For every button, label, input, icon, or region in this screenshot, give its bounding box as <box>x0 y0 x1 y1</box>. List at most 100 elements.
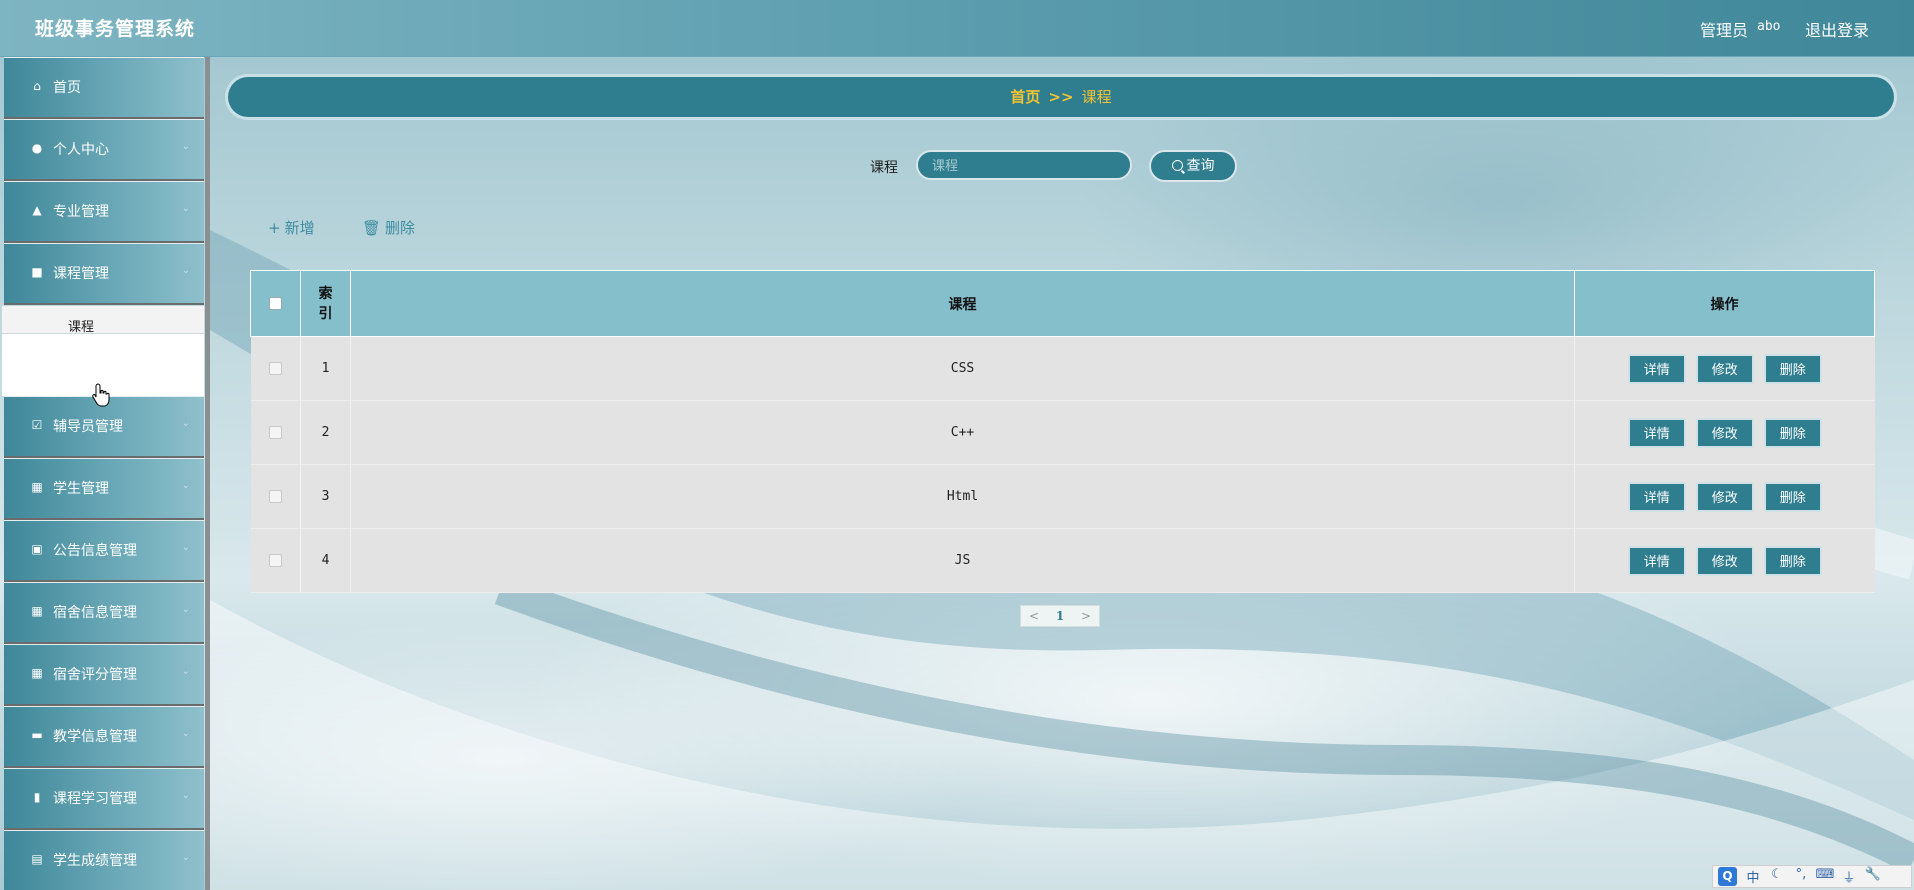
prev-page-button[interactable]: < <box>1021 606 1047 626</box>
chevron-down-icon: ⌄ <box>181 728 190 739</box>
ime-item-icon[interactable]: 🔧 <box>1863 867 1883 886</box>
user-icon: ▲ <box>32 203 42 217</box>
search-button[interactable]: 查询 <box>1149 150 1237 182</box>
delete-button[interactable]: 🗑 删除 <box>362 217 415 238</box>
sidebar-item-label: 学生成绩管理 <box>53 853 137 869</box>
sidebar-item-9[interactable]: ▦ 宿舍评分管理 ⌄ <box>4 644 204 706</box>
row-check-cell <box>250 336 301 401</box>
sidebar-item-3[interactable]: ■ 课程管理 ⌄ <box>4 243 204 305</box>
row-actions: 详情 修改 删除 <box>1574 528 1875 593</box>
header-index: 索引 <box>300 270 351 337</box>
sidebar-item-0[interactable]: ⌂ 首页 <box>4 57 204 119</box>
plus-icon: + <box>268 219 281 237</box>
edit-button[interactable]: 修改 <box>1695 545 1754 576</box>
add-button[interactable]: + 新增 <box>268 217 315 238</box>
pagination: < 1 > <box>1020 605 1100 627</box>
sidebar-item-1[interactable]: ● 个人中心 ⌄ <box>4 119 204 181</box>
sidebar-item-7[interactable]: ▣ 公告信息管理 ⌄ <box>4 520 204 582</box>
row-course-name: CSS <box>350 336 1575 401</box>
ime-item-icon[interactable]: 中 <box>1743 867 1763 886</box>
table-row: 4 JS 详情 修改 删除 <box>250 528 1875 593</box>
detail-button[interactable]: 详情 <box>1627 353 1686 384</box>
select-all-checkbox[interactable] <box>269 297 282 310</box>
home-icon: ⌂ <box>33 79 41 93</box>
ime-item-icon[interactable]: °, <box>1791 867 1811 886</box>
row-check-cell <box>250 400 301 465</box>
header-name: 课程 <box>350 270 1575 337</box>
breadcrumb-home[interactable]: 首页 <box>1010 88 1040 106</box>
chevron-down-icon: ⌄ <box>181 790 190 801</box>
search-input[interactable] <box>916 150 1132 180</box>
search-icon <box>1171 160 1183 171</box>
chevron-down-icon: ⌄ <box>181 604 190 615</box>
sidebar-item-11[interactable]: ▮ 课程学习管理 ⌄ <box>4 768 204 830</box>
ime-logo-icon[interactable]: Q <box>1718 867 1737 886</box>
page-number[interactable]: 1 <box>1047 606 1073 626</box>
select-all-cell <box>250 270 301 337</box>
row-index: 4 <box>300 528 351 593</box>
table-header-row: 索引 课程 操作 <box>250 270 1875 337</box>
sidebar-item-label: 学生管理 <box>53 481 109 497</box>
breadcrumb-separator: >> <box>1048 88 1074 106</box>
logout-link[interactable]: 退出登录 <box>1805 17 1869 41</box>
detail-button[interactable]: 详情 <box>1627 417 1686 448</box>
chevron-down-icon: ⌄ <box>181 480 190 491</box>
comment-icon: ■ <box>31 265 43 279</box>
row-delete-button[interactable]: 删除 <box>1763 417 1822 448</box>
sidebar-item-label: 宿舍评分管理 <box>53 667 137 683</box>
row-course-name: C++ <box>350 400 1575 465</box>
table-row: 1 CSS 详情 修改 删除 <box>250 336 1875 401</box>
row-check-cell <box>250 528 301 593</box>
row-course-name: JS <box>350 528 1575 593</box>
hand-cursor-icon <box>92 383 110 407</box>
sidebar-item-8[interactable]: ▦ 宿舍信息管理 ⌄ <box>4 582 204 644</box>
row-delete-button[interactable]: 删除 <box>1763 353 1822 384</box>
app-title: 班级事务管理系统 <box>35 18 196 40</box>
chevron-down-icon: ⌄ <box>181 265 190 276</box>
chevron-down-icon: ⌄ <box>181 666 190 677</box>
edit-button[interactable]: 修改 <box>1695 353 1754 384</box>
briefcase-icon: ▣ <box>31 542 43 556</box>
sidebar-item-label: 宿舍信息管理 <box>53 605 137 621</box>
grid-icon: ▦ <box>31 604 43 618</box>
edit-button[interactable]: 修改 <box>1695 481 1754 512</box>
header-actions: 操作 <box>1574 270 1875 337</box>
sidebar: ⌂首页●个人中心⌄▲专业管理⌄■课程管理⌄▙班级管理⌄☑辅导员管理⌄▦学生管理⌄… <box>0 57 210 890</box>
ime-toolbar: Q 中 ☾ °, ⌨ ⏚ 🔧 <box>1712 865 1912 888</box>
chevron-down-icon: ⌄ <box>181 141 190 152</box>
submenu-item-course[interactable]: 课程 <box>2 306 204 335</box>
sidebar-item-label: 首页 <box>53 80 81 96</box>
main-content: 首页>>课程 课程 查询 +新增 🗑删除 索引 课程 操作 1CSS详情修改删除… <box>210 57 1914 890</box>
ime-item-icon[interactable]: ⏚ <box>1839 867 1859 886</box>
row-delete-button[interactable]: 删除 <box>1763 481 1822 512</box>
row-course-name: Html <box>350 464 1575 529</box>
sidebar-item-label: 个人中心 <box>53 142 109 158</box>
chevron-down-icon: ⌄ <box>181 852 190 863</box>
detail-button[interactable]: 详情 <box>1627 481 1686 512</box>
chevron-down-icon: ⌄ <box>181 203 190 214</box>
edit-button[interactable]: 修改 <box>1695 417 1754 448</box>
chevron-down-icon: ⌄ <box>181 542 190 553</box>
person-icon: ● <box>31 141 43 155</box>
sidebar-item-12[interactable]: ▤ 学生成绩管理 ⌄ <box>4 830 204 890</box>
next-page-button[interactable]: > <box>1073 606 1099 626</box>
row-checkbox[interactable] <box>268 490 282 503</box>
table-row: 3 Html 详情 修改 删除 <box>250 464 1875 529</box>
sidebar-item-10[interactable]: ▬ 教学信息管理 ⌄ <box>4 706 204 768</box>
row-checkbox[interactable] <box>268 362 282 375</box>
sidebar-item-2[interactable]: ▲ 专业管理 ⌄ <box>4 181 204 243</box>
ime-item-icon[interactable]: ☾ <box>1767 867 1787 886</box>
row-actions: 详情 修改 删除 <box>1574 336 1875 401</box>
ime-item-icon[interactable]: ⌨ <box>1815 867 1835 886</box>
grid-icon: ▦ <box>31 480 43 494</box>
row-index: 1 <box>300 336 351 401</box>
trash-icon: 🗑 <box>362 219 382 237</box>
row-actions: 详情 修改 删除 <box>1574 400 1875 465</box>
row-checkbox[interactable] <box>268 554 282 567</box>
sidebar-item-6[interactable]: ▦ 学生管理 ⌄ <box>4 458 204 520</box>
row-delete-button[interactable]: 删除 <box>1763 545 1822 576</box>
row-checkbox[interactable] <box>268 426 282 439</box>
row-index: 2 <box>300 400 351 465</box>
book-icon: ▮ <box>33 790 41 804</box>
detail-button[interactable]: 详情 <box>1627 545 1686 576</box>
